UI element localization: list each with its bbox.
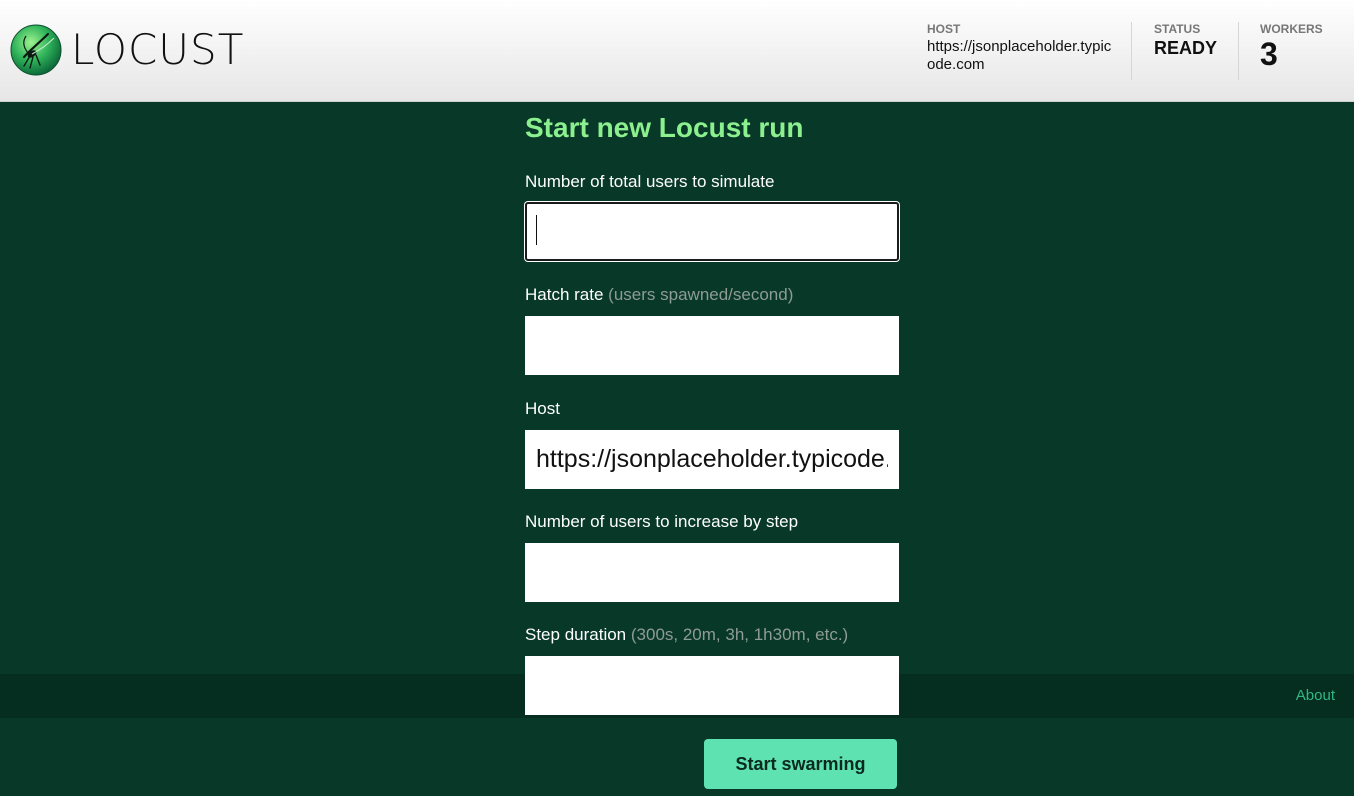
workers-stat-value: 3 [1260,36,1278,72]
locust-logo-icon [10,24,62,76]
top-header: LOCUST HOST https://jsonplaceholder.typi… [0,0,1354,102]
hatch-rate-hint: (users spawned/second) [608,285,794,304]
status-stat: STATUS READY [1154,22,1217,59]
form-title: Start new Locust run [525,112,804,143]
users-input[interactable] [525,202,899,261]
logo-text: LOCUST [71,25,245,74]
status-stat-value: READY [1154,38,1218,58]
status-stat-label: STATUS [1154,22,1201,36]
host-stat-label: HOST [927,22,961,36]
workers-stat: WORKERS 3 [1260,22,1323,72]
host-stat: HOST https://jsonplaceholder.typicode.co… [927,22,1117,74]
step-users-input[interactable] [525,543,899,602]
stat-divider [1238,22,1239,80]
step-duration-label: Step duration (300s, 20m, 3h, 1h30m, etc… [525,625,848,645]
step-duration-hint: (300s, 20m, 3h, 1h30m, etc.) [630,625,849,644]
host-label-text: Host [525,399,560,418]
users-label: Number of total users to simulate [525,172,774,192]
hatch-rate-label-text: Hatch rate [525,285,604,304]
locust-logo[interactable]: LOCUST [10,24,244,76]
users-label-text: Number of total users to simulate [525,172,775,191]
stat-divider [1131,22,1132,80]
host-input[interactable] [525,430,899,489]
step-duration-label-text: Step duration [525,625,627,644]
host-stat-value: https://jsonplaceholder.typicode.com [927,38,1112,73]
hatch-rate-input[interactable] [525,316,899,375]
step-duration-input[interactable] [525,656,899,715]
users-field-wrap [525,202,899,261]
start-swarming-button[interactable]: Start swarming [704,739,897,789]
step-users-label-text: Number of users to increase by step [525,512,799,531]
about-link[interactable]: About [1296,687,1335,704]
text-caret [536,215,537,245]
step-users-label: Number of users to increase by step [525,512,798,532]
host-label: Host [525,399,560,419]
hatch-rate-label: Hatch rate (users spawned/second) [525,285,793,305]
workers-stat-label: WORKERS [1260,22,1323,36]
